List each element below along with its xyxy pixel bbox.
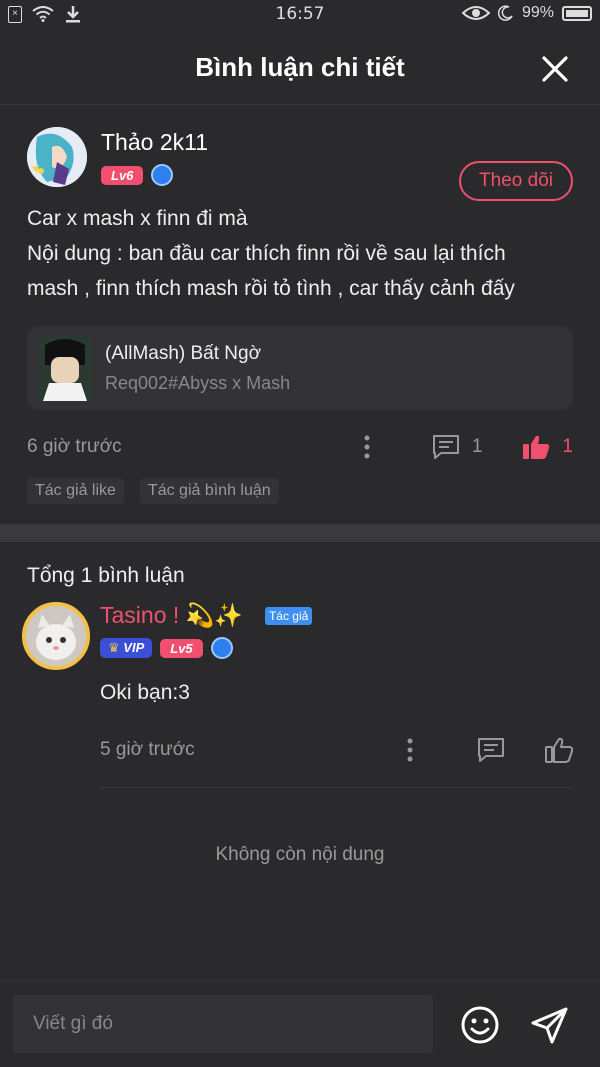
story-title: (AllMash) Bất Ngờ	[105, 342, 262, 364]
eye-icon	[461, 6, 490, 20]
level-badge: Lv5	[160, 638, 203, 658]
post-tags: Tác giả like Tác giả bình luận	[27, 478, 573, 504]
avatar[interactable]	[22, 602, 90, 670]
linked-story-card[interactable]: (AllMash) Bất Ngờ Req002#Abyss x Mash	[27, 326, 573, 410]
wifi-icon	[32, 6, 54, 22]
crown-icon: ♛	[108, 640, 120, 655]
comment-stat[interactable]: 1	[432, 434, 483, 460]
avatar[interactable]	[27, 127, 87, 187]
verified-shield-icon	[151, 164, 174, 186]
thumbs-up-icon	[523, 435, 550, 459]
download-icon	[66, 6, 80, 23]
comment-input[interactable]	[13, 995, 433, 1053]
like-count: 1	[562, 436, 573, 457]
like-stat[interactable]: 1	[522, 434, 573, 460]
vip-label: VIP	[123, 640, 145, 655]
battery-percent: 99%	[521, 4, 554, 21]
send-icon[interactable]	[530, 1005, 570, 1045]
bottom-bar	[0, 980, 600, 1067]
post-time: 6 giờ trước	[27, 436, 122, 457]
sim-icon: ×	[8, 5, 22, 23]
more-options-icon[interactable]	[395, 735, 425, 765]
commenter-name[interactable]: Tasino ! 💫✨	[100, 602, 243, 629]
emoji-icon[interactable]	[460, 1005, 500, 1045]
status-bar: × 16:57 99%	[0, 0, 600, 30]
thumbs-up-icon[interactable]	[545, 737, 573, 763]
comments-total: Tổng 1 bình luận	[27, 564, 185, 587]
post: Thảo 2k11 Lv6 Theo dõi Car x mash x finn…	[0, 127, 600, 504]
comment-divider	[100, 787, 573, 788]
post-content: Car x mash x finn đi mà Nội dung : ban đ…	[27, 201, 573, 306]
comment-icon	[432, 435, 459, 459]
moon-icon	[497, 5, 513, 21]
author-tag-badge: Tác giả	[264, 606, 313, 625]
status-time: 16:57	[275, 4, 325, 24]
section-divider	[0, 524, 600, 542]
comment-name-row: Tasino ! 💫✨ Tác giả	[100, 602, 573, 629]
battery-icon	[562, 5, 592, 21]
comment-body: Tasino ! 💫✨ Tác giả ♛ VIP Lv5 Oki bạn:3 …	[100, 602, 573, 765]
author-info: Thảo 2k11 Lv6	[101, 127, 208, 186]
comment-item: Tasino ! 💫✨ Tác giả ♛ VIP Lv5 Oki bạn:3 …	[0, 602, 600, 765]
tag-author-like: Tác giả like	[27, 478, 124, 504]
comment-time: 5 giờ trước	[100, 739, 195, 760]
status-left-icons: ×	[8, 5, 82, 23]
post-content-line: Car x mash x finn đi mà	[27, 207, 248, 230]
page-title: Bình luận chi tiết	[195, 52, 405, 82]
post-content-line: Nội dung : ban đầu car thích finn rồi về…	[27, 242, 506, 265]
avatar-image	[26, 606, 86, 666]
comment-meta-row: 5 giờ trước	[100, 735, 573, 765]
commenter-badges: ♛ VIP Lv5	[100, 637, 573, 659]
avatar-image	[27, 127, 87, 187]
comment-count: 1	[471, 436, 483, 457]
reply-comment-icon[interactable]	[477, 737, 505, 763]
post-content-line: mash , finn thích mash rồi tỏ tình , car…	[27, 277, 515, 300]
header: Bình luận chi tiết	[0, 30, 600, 105]
story-info: (AllMash) Bất Ngờ Req002#Abyss x Mash	[105, 343, 290, 394]
comment-text: Oki bạn:3	[100, 681, 190, 704]
follow-button[interactable]: Theo dõi	[459, 161, 573, 201]
author-badges: Lv6	[101, 164, 208, 186]
story-subtitle: Req002#Abyss x Mash	[105, 372, 291, 393]
tag-author-comment: Tác giả bình luận	[139, 478, 279, 504]
more-options-icon[interactable]	[352, 432, 382, 462]
level-badge: Lv6	[101, 165, 144, 185]
vip-badge: ♛ VIP	[100, 638, 153, 658]
story-thumbnail	[39, 335, 91, 401]
post-meta-row: 6 giờ trước 1 1	[27, 432, 573, 462]
no-more-content: Không còn nội dung	[215, 844, 385, 865]
status-right-icons: 99%	[461, 4, 592, 22]
close-icon[interactable]	[540, 54, 570, 84]
verified-shield-icon	[210, 637, 233, 659]
author-name[interactable]: Thảo 2k11	[101, 129, 208, 156]
